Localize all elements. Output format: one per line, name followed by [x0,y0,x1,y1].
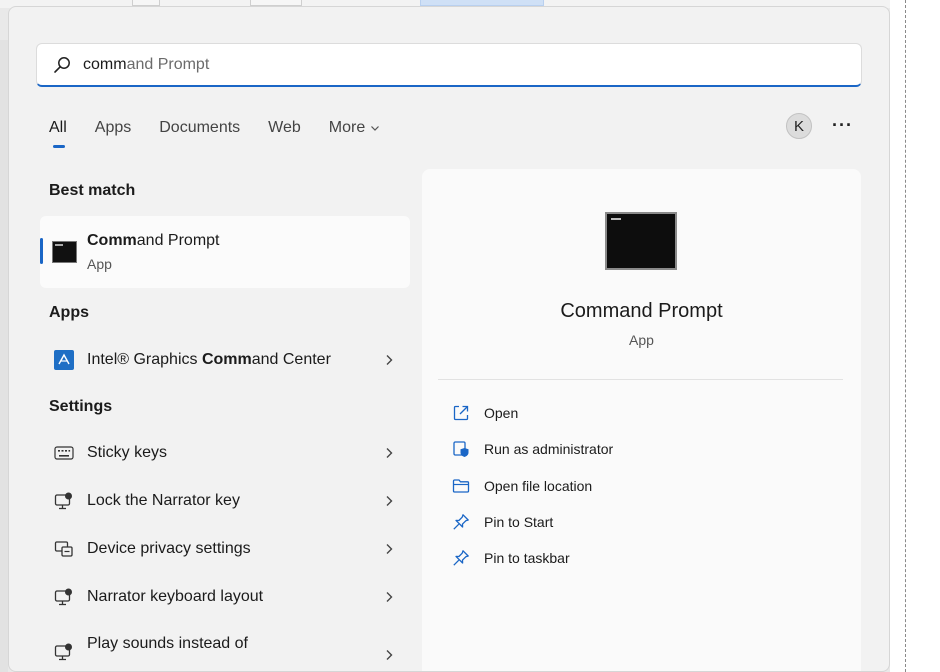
preview-title: Command Prompt [560,300,723,322]
settings-item-narrator-keyboard-layout[interactable]: Narrator keyboard layout [49,583,394,611]
preview-divider [438,379,843,380]
best-match-name-rest: and Prompt [136,232,220,249]
tab-apps-label: Apps [94,119,132,136]
search-suggestion-text: and Prompt [126,55,210,73]
action-pin-to-taskbar[interactable]: Pin to taskbar [452,546,570,570]
best-match-type: App [87,256,112,272]
narrator-icon [53,641,75,663]
best-match-heading: Best match [49,182,136,199]
tab-more-label: More [328,119,366,136]
app-result-label: Intel® Graphics Command Center [87,351,384,369]
settings-item-label: Lock the Narrator key [87,492,240,509]
tab-web-label: Web [268,119,301,136]
action-label: Open file location [484,478,593,494]
tab-web[interactable]: Web [268,119,301,137]
avatar-initial: K [793,117,804,135]
action-run-as-administrator[interactable]: Run as administrator [452,437,613,461]
app-result-label-pre: Intel® Graphics [87,351,202,368]
app-result-intel-graphics[interactable]: Intel® Graphics Command Center [49,346,394,374]
app-result-label-highlight: Comm [201,351,252,368]
app-result-label-post: and Center [251,351,331,368]
tab-apps[interactable]: Apps [95,119,131,137]
background-page-border [905,0,906,672]
action-pin-to-start[interactable]: Pin to Start [452,510,553,534]
settings-item-label: Device privacy settings [87,540,251,557]
start-search-panel: command Prompt All Apps Documents Web Mo… [8,6,890,672]
narrator-icon [53,586,75,608]
action-open[interactable]: Open [452,401,518,425]
more-options-button[interactable]: ··· [832,115,853,136]
chevron-right-icon [386,355,393,365]
background-window-right [890,0,940,672]
settings-item-sticky-keys[interactable]: Sticky keys [49,439,394,467]
action-label: Run as administrator [484,441,614,457]
tab-all-label: All [49,119,67,136]
action-label: Open [484,405,519,421]
best-match-result[interactable]: Command Prompt App [40,216,410,288]
command-prompt-icon [52,241,77,263]
keyboard-icon [53,442,75,464]
settings-item-label: Play sounds instead of [87,635,248,652]
action-label: Pin to Start [484,514,554,530]
settings-heading: Settings [49,398,113,415]
chevron-right-icon [386,496,393,506]
settings-item-label: Sticky keys [87,444,168,461]
tab-more[interactable]: More [329,119,380,137]
account-avatar[interactable]: K [786,113,812,139]
chevron-down-icon [371,126,380,131]
device-privacy-icon [53,538,75,560]
apps-heading: Apps [49,304,89,321]
search-typed-text: comm [83,55,127,73]
preview-type: App [629,332,654,348]
search-icon [54,56,70,73]
pin-icon [453,550,469,566]
pin-icon [453,514,469,530]
best-match-name-highlight: Comm [87,232,137,249]
selection-indicator [40,238,43,264]
settings-item-play-sounds[interactable]: Play sounds instead of [49,631,394,671]
folder-icon [452,479,470,493]
tab-documents[interactable]: Documents [159,119,240,137]
result-preview-pane: Command Prompt App Open Run as administr… [422,169,861,671]
settings-item-device-privacy[interactable]: Device privacy settings [49,535,394,563]
command-prompt-large-icon [605,212,677,270]
action-open-file-location[interactable]: Open file location [452,474,592,498]
tab-all[interactable]: All [49,119,67,148]
tab-documents-label: Documents [159,119,241,136]
action-label: Pin to taskbar [484,550,570,566]
best-match-name: Command Prompt [87,232,220,250]
narrator-icon [53,490,75,512]
search-filter-tabs: All Apps Documents Web More [49,119,408,148]
search-input[interactable]: command Prompt [83,56,209,74]
settings-item-label: Narrator keyboard layout [87,588,264,605]
open-external-icon [453,405,469,421]
settings-item-lock-narrator-key[interactable]: Lock the Narrator key [49,487,394,515]
shield-icon [453,441,469,457]
chevron-right-icon [386,448,393,458]
search-box[interactable]: command Prompt [36,43,862,87]
chevron-right-icon [386,592,393,602]
intel-graphics-icon [53,349,75,371]
chevron-right-icon [386,650,393,660]
background-window-left [0,40,8,672]
chevron-right-icon [386,544,393,554]
